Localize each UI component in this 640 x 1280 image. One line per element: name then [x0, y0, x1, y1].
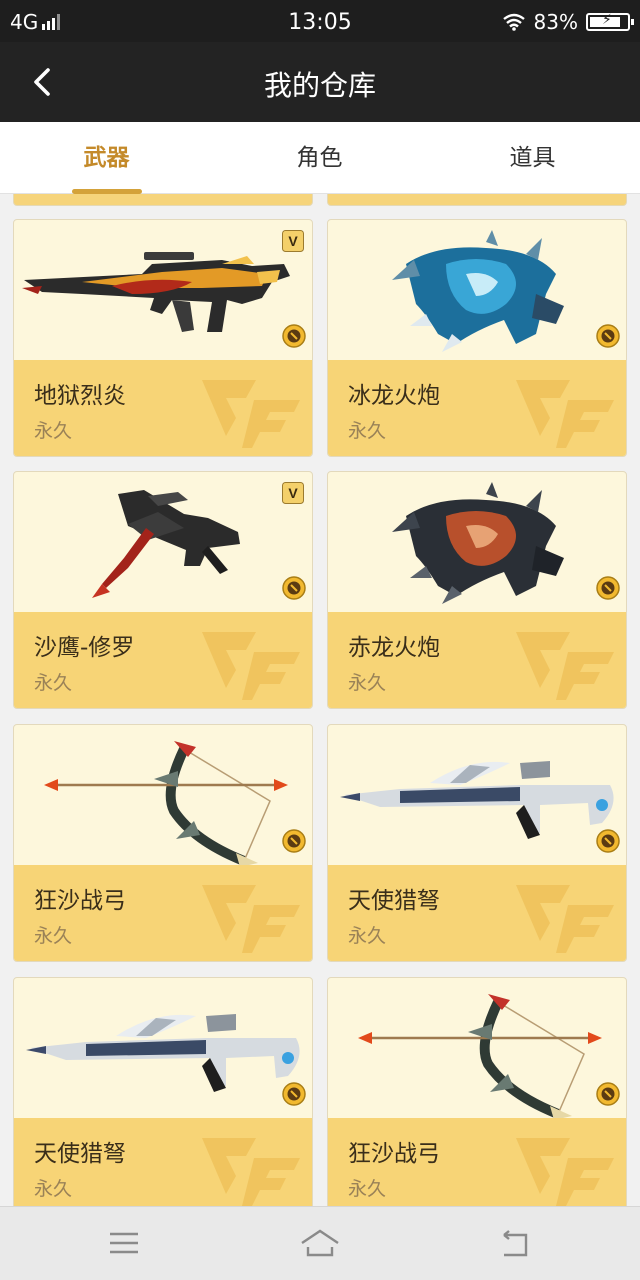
currency-coin-icon — [282, 324, 306, 348]
vip-badge-icon: V — [282, 230, 304, 252]
cf-watermark-icon — [510, 622, 620, 702]
weapon-duration: 永久 — [34, 1178, 73, 1200]
currency-coin-icon — [596, 829, 620, 853]
currency-coin-icon — [596, 1082, 620, 1106]
tab-label: 武器 — [83, 145, 130, 171]
card-info: 天使猎弩 永久 — [14, 1118, 312, 1206]
cf-watermark-icon — [196, 1128, 306, 1206]
weapon-card[interactable]: V 地狱烈炎 永久 — [13, 219, 313, 457]
card-info: 冰龙火炮 永久 — [328, 360, 626, 456]
svg-text:V: V — [288, 233, 298, 249]
svg-text:V: V — [288, 485, 298, 501]
vip-badge-icon: V — [282, 482, 304, 504]
weapon-card[interactable]: 冰龙火炮 永久 — [327, 219, 627, 457]
weapon-image — [14, 978, 312, 1118]
weapon-name: 赤龙火炮 — [348, 635, 440, 661]
menu-icon[interactable] — [102, 1225, 146, 1261]
cf-watermark-icon — [510, 875, 620, 955]
weapon-image — [328, 472, 626, 612]
battery-icon: ⚡ — [586, 12, 634, 31]
currency-coin-icon — [282, 1082, 306, 1106]
card-info: 地狱烈炎 永久 — [14, 360, 312, 456]
weapon-image — [14, 472, 312, 612]
weapon-duration: 永久 — [34, 672, 73, 694]
card-partial — [13, 194, 313, 206]
tab-items[interactable]: 道具 — [426, 122, 639, 194]
wifi-icon — [502, 13, 525, 31]
currency-coin-icon — [282, 829, 306, 853]
currency-coin-icon — [282, 576, 306, 600]
home-icon[interactable] — [298, 1225, 342, 1261]
weapon-image — [328, 220, 626, 360]
page-title: 我的仓库 — [263, 69, 376, 102]
tab-weapons[interactable]: 武器 — [0, 122, 213, 194]
status-right: 83% ⚡ — [502, 10, 634, 34]
weapon-card[interactable]: V 沙鹰-修罗 永久 — [13, 471, 313, 709]
weapon-name: 天使猎弩 — [348, 888, 440, 914]
tab-bar: 武器 角色 道具 — [0, 122, 640, 194]
weapon-duration: 永久 — [34, 925, 73, 947]
weapon-name: 地狱烈炎 — [34, 383, 126, 409]
weapon-image — [328, 978, 626, 1120]
weapon-name: 冰龙火炮 — [348, 383, 440, 409]
cf-watermark-icon — [196, 370, 306, 450]
currency-coin-icon — [596, 576, 620, 600]
app-header: 我的仓库 — [0, 42, 640, 122]
tab-label: 道具 — [509, 145, 556, 171]
weapon-card[interactable]: 狂沙战弓 永久 — [13, 724, 313, 962]
weapon-duration: 永久 — [34, 420, 73, 442]
weapon-grid[interactable]: V 地狱烈炎 永久 冰龙火炮 永久 V 沙鹰-修罗 永久 赤龙火炮 永久 狂沙战… — [0, 194, 640, 1206]
card-partial — [327, 194, 627, 206]
tab-label: 角色 — [296, 145, 343, 171]
weapon-image — [14, 220, 312, 360]
card-info: 狂沙战弓 永久 — [328, 1118, 626, 1206]
cf-watermark-icon — [196, 622, 306, 702]
weapon-card[interactable]: 天使猎弩 永久 — [13, 977, 313, 1206]
weapon-name: 沙鹰-修罗 — [34, 635, 135, 661]
card-info: 赤龙火炮 永久 — [328, 612, 626, 708]
cf-watermark-icon — [196, 875, 306, 955]
card-info: 天使猎弩 永久 — [328, 865, 626, 961]
currency-coin-icon — [596, 324, 620, 348]
cf-watermark-icon — [510, 370, 620, 450]
card-info: 狂沙战弓 永久 — [14, 865, 312, 961]
weapon-name: 狂沙战弓 — [34, 888, 126, 914]
weapon-duration: 永久 — [348, 672, 387, 694]
battery-percent: 83% — [533, 10, 578, 34]
system-nav-bar — [0, 1206, 640, 1280]
weapon-name: 天使猎弩 — [34, 1141, 126, 1167]
weapon-card[interactable]: 狂沙战弓 永久 — [327, 977, 627, 1206]
weapon-duration: 永久 — [348, 420, 387, 442]
weapon-duration: 永久 — [348, 1178, 387, 1200]
card-info: 沙鹰-修罗 永久 — [14, 612, 312, 708]
cf-watermark-icon — [510, 1128, 620, 1206]
back-nav-icon[interactable] — [494, 1225, 538, 1261]
weapon-duration: 永久 — [348, 925, 387, 947]
weapon-image — [328, 725, 626, 865]
weapon-card[interactable]: 赤龙火炮 永久 — [327, 471, 627, 709]
weapon-card[interactable]: 天使猎弩 永久 — [327, 724, 627, 962]
status-bar: 4G 13:05 83% ⚡ — [0, 0, 640, 42]
tab-characters[interactable]: 角色 — [213, 122, 426, 194]
weapon-image — [14, 725, 312, 867]
weapon-name: 狂沙战弓 — [348, 1141, 440, 1167]
